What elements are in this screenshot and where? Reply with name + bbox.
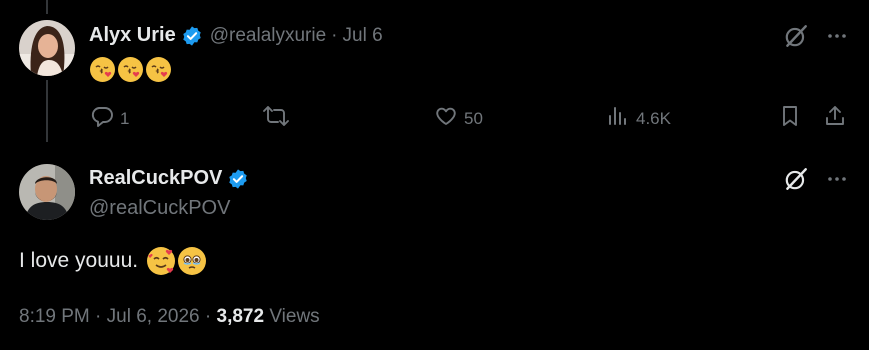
reply-tweet-top-icons bbox=[783, 23, 849, 49]
main-tweet-header: RealCuckPOV bbox=[89, 167, 249, 190]
reply-icon bbox=[90, 104, 114, 133]
reply-button[interactable]: 1 bbox=[90, 104, 129, 133]
bookmark-icon bbox=[778, 104, 802, 133]
more-options-icon[interactable] bbox=[825, 24, 849, 48]
display-name[interactable]: RealCuckPOV bbox=[89, 167, 222, 190]
more-options-icon[interactable] bbox=[825, 167, 849, 191]
share-icon bbox=[823, 104, 847, 133]
tweet-text: I love youuu. bbox=[19, 247, 207, 275]
tweet-meta: 8:19 PM · Jul 6, 2026 · 3,872 Views bbox=[19, 306, 320, 328]
thread-connector-top bbox=[46, 0, 48, 14]
views-label: Views bbox=[269, 306, 320, 327]
kissing-heart-emoji bbox=[146, 57, 171, 82]
retweet-icon bbox=[262, 104, 290, 133]
retweet-button[interactable] bbox=[262, 104, 296, 133]
smiling-face-with-hearts-emoji bbox=[147, 247, 176, 275]
tweet-date[interactable]: Jul 6, 2026 bbox=[107, 306, 200, 327]
handle[interactable]: @realalyxurie bbox=[210, 25, 326, 47]
separator-dot: · bbox=[331, 24, 338, 46]
grok-icon[interactable] bbox=[783, 166, 809, 192]
main-tweet-top-icons bbox=[783, 166, 849, 192]
grok-icon[interactable] bbox=[783, 23, 809, 49]
avatar-alyx-urie[interactable] bbox=[19, 20, 75, 76]
avatar-realcuckpov[interactable] bbox=[19, 164, 75, 220]
reply-tweet-emojis bbox=[90, 57, 171, 82]
analytics-icon bbox=[606, 104, 630, 133]
reply-tweet-actions: 1 50 4.6K bbox=[0, 100, 869, 134]
share-button[interactable] bbox=[823, 104, 847, 133]
verified-badge-icon[interactable] bbox=[181, 25, 203, 47]
separator-dot: · bbox=[204, 306, 212, 327]
reply-count: 1 bbox=[120, 108, 130, 128]
handle[interactable]: @realCuckPOV bbox=[89, 197, 230, 220]
like-button[interactable]: 50 bbox=[434, 104, 483, 133]
separator-dot: · bbox=[95, 306, 102, 327]
holding-back-tears-emoji bbox=[178, 247, 207, 275]
verified-badge-icon[interactable] bbox=[227, 168, 249, 190]
timestamp[interactable]: Jul 6 bbox=[343, 25, 383, 47]
heart-icon bbox=[434, 104, 458, 133]
display-name[interactable]: Alyx Urie bbox=[89, 24, 176, 47]
tweet-body: I love youuu. bbox=[19, 249, 139, 272]
views-count: 4.6K bbox=[636, 108, 671, 128]
bookmark-button[interactable] bbox=[778, 104, 802, 133]
reply-tweet-header: Alyx Urie @realalyxurie · Jul 6 bbox=[89, 24, 383, 47]
like-count: 50 bbox=[464, 108, 483, 128]
views-button[interactable]: 4.6K bbox=[606, 104, 671, 133]
kissing-heart-emoji bbox=[90, 57, 115, 82]
tweet-time[interactable]: 8:19 PM bbox=[19, 306, 90, 327]
views-count: 3,872 bbox=[216, 306, 265, 327]
kissing-heart-emoji bbox=[118, 57, 143, 82]
